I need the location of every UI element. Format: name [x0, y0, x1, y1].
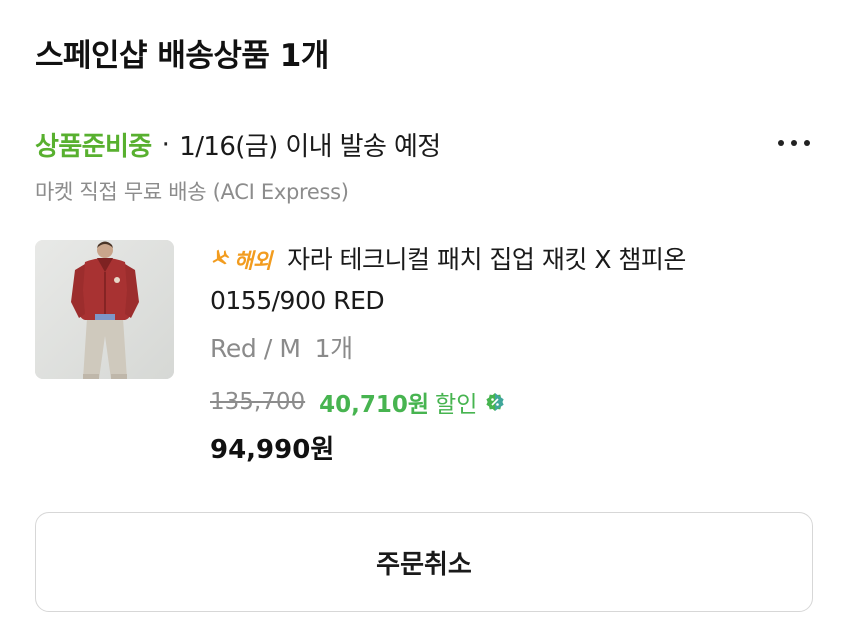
price-line: 135,700 40,710원 할인: [210, 385, 770, 419]
option-value: Red / M: [210, 334, 301, 363]
order-status: 상품준비중: [35, 132, 152, 162]
status-separator: ·: [161, 129, 170, 160]
product-image[interactable]: [35, 240, 174, 379]
order-status-line: 상품준비중 · 1/16(금) 이내 발송 예정: [35, 126, 441, 163]
original-price: 135,700: [210, 389, 306, 415]
discount-tag-icon[interactable]: [485, 392, 505, 412]
final-price: 94,990원: [210, 435, 335, 465]
cancel-order-button[interactable]: 주문취소: [35, 512, 813, 612]
airplane-icon: [210, 241, 234, 281]
overseas-badge: 해외: [210, 241, 272, 281]
shipping-method: 마켓 직접 무료 배송 (ACI Express): [35, 180, 349, 204]
more-dots-icon[interactable]: [772, 130, 816, 156]
product-name: 자라 테크니컬 패치 집업 재킷 X 챔피온 0155/900 RED: [210, 245, 686, 315]
discount-amount: 40,710원: [319, 392, 430, 418]
product-options: Red / M 1개: [210, 329, 770, 365]
discount-label: 할인: [435, 392, 478, 418]
ship-date: 1/16(금) 이내 발송 예정: [179, 132, 441, 162]
product-name-block[interactable]: 해외 자라 테크니컬 패치 집업 재킷 X 챔피온 0155/900 RED: [210, 240, 770, 321]
quantity: 1개: [314, 334, 354, 363]
page-title: 스페인샵 배송상품 1개: [35, 38, 329, 74]
overseas-label: 해외: [234, 249, 272, 273]
product-info: 해외 자라 테크니컬 패치 집업 재킷 X 챔피온 0155/900 RED R…: [210, 240, 770, 466]
cancel-order-label: 주문취소: [376, 549, 472, 580]
